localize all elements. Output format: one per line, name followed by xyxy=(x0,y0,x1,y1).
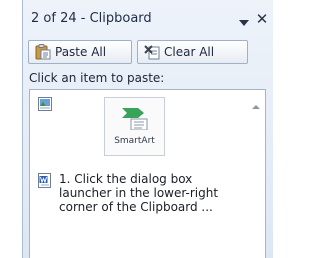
smartart-caption: SmartArt xyxy=(114,136,155,146)
clear-all-button[interactable]: Clear All xyxy=(137,40,248,64)
scroll-up-icon[interactable] xyxy=(251,96,261,109)
instruction-text: Click an item to paste: xyxy=(29,71,165,85)
chevron-down-icon[interactable] xyxy=(237,14,251,26)
title-bar: 2 of 24 - Clipboard ✕ xyxy=(23,8,273,30)
word-document-icon xyxy=(38,173,52,188)
clipboard-items-list[interactable]: SmartArt 1. Click the dialog box launche… xyxy=(29,89,266,258)
clipboard-pane: 2 of 24 - Clipboard ✕ Paste All Clear Al… xyxy=(0,0,273,258)
clipboard-item-smartart[interactable]: SmartArt xyxy=(30,90,240,168)
clipboard-item-text[interactable]: 1. Click the dialog box launcher in the … xyxy=(30,169,240,235)
clipboard-item-preview-text: 1. Click the dialog box launcher in the … xyxy=(59,172,219,214)
smartart-thumbnail: SmartArt xyxy=(104,97,165,156)
clear-icon xyxy=(144,44,160,60)
pane-title: 2 of 24 - Clipboard xyxy=(31,11,152,26)
picture-icon xyxy=(38,96,52,111)
paste-all-label: Paste All xyxy=(55,45,107,59)
smartart-icon xyxy=(122,108,148,131)
close-icon[interactable]: ✕ xyxy=(255,12,269,27)
paste-icon xyxy=(35,44,51,60)
task-pane-frame: 2 of 24 - Clipboard ✕ Paste All Clear Al… xyxy=(22,0,273,258)
clear-all-label: Clear All xyxy=(164,45,215,59)
paste-all-button[interactable]: Paste All xyxy=(28,40,132,64)
